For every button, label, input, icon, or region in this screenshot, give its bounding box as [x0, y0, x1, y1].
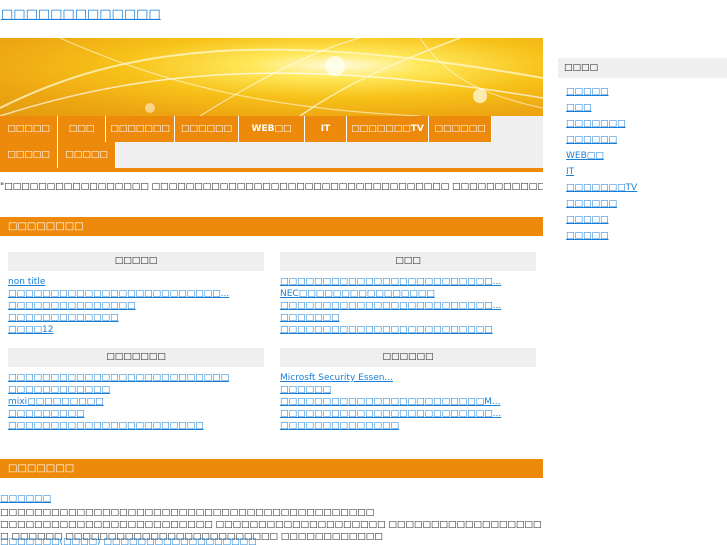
nav-item-3[interactable]: □□□□□□□: [106, 116, 175, 142]
nav-item-2[interactable]: □□□: [58, 116, 106, 142]
nav-item-10[interactable]: □□□□□: [58, 142, 116, 168]
category-link[interactable]: □□□□□□□□□□□□□□□□□□□□□□□□□...: [280, 409, 501, 419]
category-link[interactable]: □□□□□□□□□□□□□□□□□□□□□□□□□□: [8, 373, 229, 383]
sidebar-item-it[interactable]: IT: [566, 167, 574, 177]
nav-item-it[interactable]: IT: [305, 116, 347, 142]
nav-item-4[interactable]: □□□□□□: [175, 116, 239, 142]
sidebar: □□□□ □□□□□ □□□ □□□□□□□ □□□□□□ WEB□□ IT □…: [558, 58, 727, 244]
category-link[interactable]: □□□□□□□□□□□□□□□□□□□□□□□□M...: [280, 397, 500, 407]
category-heading: □□□: [280, 252, 536, 271]
category-link[interactable]: Microsft Security Essen...: [280, 373, 393, 383]
category-link[interactable]: non title: [8, 277, 45, 287]
post-title-link[interactable]: □□□□□□: [0, 494, 51, 504]
category-link[interactable]: □□□□□□□□□□□□□: [8, 313, 119, 323]
category-link[interactable]: mixi□□□□□□□□□: [8, 397, 104, 407]
category-heading: □□□□□□: [280, 348, 536, 367]
category-link[interactable]: □□□□□□□□□□□□□□□□□□□□□□□: [8, 421, 204, 431]
intro-text: "□□□□□□□□□□□□□□□□□ □□□□□□□□□□□□□□□□□□□□□…: [0, 182, 543, 192]
sidebar-item[interactable]: □□□□□□: [566, 199, 617, 209]
category-link[interactable]: □□□□□□□□□□□□□□□□□□□□□□□□□...: [280, 277, 501, 287]
category-link[interactable]: □□□□□□□□□□□□□□□□□□□□□□□□□...: [8, 289, 229, 299]
category-heading: □□□□□□□: [8, 348, 264, 367]
category-link[interactable]: □□□□□□□□□□□□: [8, 385, 110, 395]
nav-item-1[interactable]: □□□□□: [0, 116, 58, 142]
sidebar-heading: □□□□: [558, 58, 727, 78]
category-box-4: □□□□□□ Microsft Security Essen... □□□□□□…: [280, 348, 536, 432]
category-box-2: □□□ □□□□□□□□□□□□□□□□□□□□□□□□□... NEC□□□□…: [280, 252, 536, 336]
nav-item-8[interactable]: □□□□□□: [429, 116, 492, 142]
category-box-1: □□□□□ non title □□□□□□□□□□□□□□□□□□□□□□□□…: [8, 252, 264, 336]
sidebar-item[interactable]: □□□□□□□: [566, 119, 626, 129]
sidebar-item[interactable]: □□□□□□: [566, 135, 617, 145]
categories-section-title: □□□□□□□□: [0, 217, 543, 236]
nav-item-web[interactable]: WEB□□: [239, 116, 305, 142]
main-navigation: □□□□□ □□□ □□□□□□□ □□□□□□ WEB□□ IT □□□□□□…: [0, 116, 543, 172]
category-link[interactable]: □□□□12: [8, 325, 53, 335]
post-more-link[interactable]: □□□□□□□(□□□□) □□□□□□□□□□□□□□□□□□: [0, 537, 256, 545]
category-link[interactable]: □□□□□□□□□: [8, 409, 85, 419]
category-link[interactable]: □□□□□□: [280, 385, 331, 395]
sidebar-item-tv[interactable]: □□□□□□□TV: [566, 183, 637, 193]
nav-item-tv[interactable]: □□□□□□□TV: [347, 116, 429, 142]
category-link[interactable]: NEC□□□□□□□□□□□□□□□□: [280, 289, 435, 299]
header-banner-image: [0, 38, 543, 116]
nav-row-filler: [116, 142, 543, 168]
nav-item-9[interactable]: □□□□□: [0, 142, 58, 168]
category-heading: □□□□□: [8, 252, 264, 271]
sidebar-item[interactable]: □□□□□: [566, 215, 609, 225]
category-link[interactable]: □□□□□□□□□□□□□□□□□□□□□□□□□...: [280, 301, 501, 311]
site-title-link[interactable]: □□□□□□□□□□□□□: [1, 7, 161, 22]
category-box-3: □□□□□□□ □□□□□□□□□□□□□□□□□□□□□□□□□□ □□□□□…: [8, 348, 264, 432]
category-link[interactable]: □□□□□□□: [280, 313, 340, 323]
category-link[interactable]: □□□□□□□□□□□□□□: [280, 421, 399, 431]
sidebar-item[interactable]: □□□□□: [566, 87, 609, 97]
nav-divider: [0, 168, 543, 172]
nav-row-filler: [492, 116, 543, 142]
posts-section-title: □□□□□□□: [0, 459, 543, 478]
category-link[interactable]: □□□□□□□□□□□□□□□: [8, 301, 136, 311]
sidebar-item[interactable]: □□□: [566, 103, 592, 113]
sidebar-item-web[interactable]: WEB□□: [566, 151, 604, 161]
sidebar-item[interactable]: □□□□□: [566, 231, 609, 241]
category-link[interactable]: □□□□□□□□□□□□□□□□□□□□□□□□□: [280, 325, 493, 335]
